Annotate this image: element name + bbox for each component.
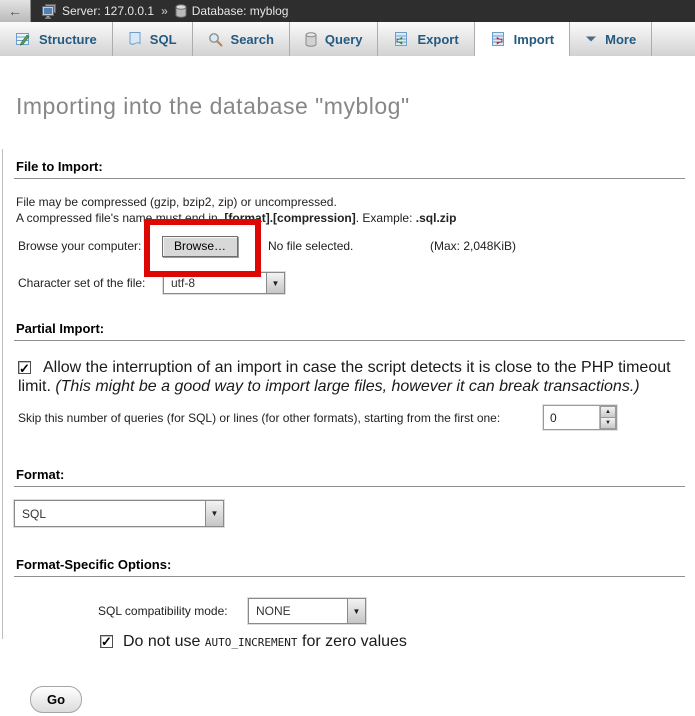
section-heading-format-options: Format-Specific Options: [14, 557, 685, 577]
example-token: .sql.zip [416, 211, 457, 225]
auto-increment-code: AUTO_INCREMENT [205, 636, 298, 649]
sql-page-icon [128, 31, 142, 47]
charset-label: Character set of the file: [18, 272, 145, 294]
sql-compat-row: SQL compatibility mode: NONE ▼ [14, 598, 685, 624]
query-database-icon [305, 32, 317, 47]
left-border-rule [2, 149, 3, 639]
breadcrumb-separator: » [161, 4, 168, 18]
tab-label: Query [325, 32, 363, 47]
compression-line: File may be compressed (gzip, bzip2, zip… [16, 194, 685, 210]
structure-icon [15, 31, 31, 47]
section-heading-format: Format: [14, 467, 685, 487]
format-selected-value: SQL [15, 501, 205, 526]
charset-select[interactable]: utf-8 ▼ [163, 272, 285, 294]
tab-search[interactable]: Search [193, 22, 290, 56]
skip-queries-value: 0 [544, 406, 599, 429]
format-compression-token: .[format].[compression] [221, 211, 356, 225]
skip-queries-row: Skip this number of queries (for SQL) or… [14, 405, 685, 431]
section-heading-partial-import: Partial Import: [14, 321, 685, 341]
max-upload-size: (Max: 2,048KiB) [430, 235, 516, 257]
auto-increment-text: Do not use AUTO_INCREMENT for zero value… [123, 633, 407, 650]
chevron-down-icon [585, 35, 597, 43]
browse-button[interactable]: Browse… [162, 236, 238, 257]
main-content: Importing into the database "myblog" Fil… [0, 93, 695, 713]
breadcrumb-database[interactable]: Database: myblog [192, 4, 289, 18]
naming-line: A compressed file's name must end in .[f… [16, 210, 685, 226]
go-button[interactable]: Go [30, 686, 82, 713]
stepper-down-button[interactable]: ▼ [600, 417, 616, 429]
stepper-up-button[interactable]: ▲ [600, 406, 616, 417]
allow-interrupt-note: (This might be a good way to import larg… [55, 378, 639, 395]
no-file-selected-text: No file selected. [268, 235, 353, 257]
file-import-description: File may be compressed (gzip, bzip2, zip… [14, 194, 685, 226]
tab-more[interactable]: More [570, 22, 652, 56]
chevron-down-icon: ▼ [205, 501, 223, 526]
browse-row: Browse your computer: Browse… No file se… [14, 235, 685, 257]
back-button[interactable]: ← [0, 0, 31, 22]
server-icon [41, 4, 57, 19]
auto-increment-row: Do not use AUTO_INCREMENT for zero value… [14, 633, 685, 652]
charset-selected-value: utf-8 [164, 273, 266, 293]
auto-increment-checkbox[interactable] [100, 635, 113, 648]
sql-compat-selected-value: NONE [249, 599, 347, 623]
tab-export[interactable]: Export [378, 22, 474, 56]
skip-queries-label: Skip this number of queries (for SQL) or… [18, 405, 500, 431]
tab-label: More [605, 32, 636, 47]
import-icon [490, 31, 506, 47]
tab-label: SQL [150, 32, 177, 47]
allow-interrupt-row: Allow the interruption of an import in c… [14, 358, 682, 396]
tab-sql[interactable]: SQL [113, 22, 193, 56]
browse-label: Browse your computer: [18, 235, 141, 257]
tab-import[interactable]: Import [475, 22, 570, 56]
back-arrow-icon: ← [8, 3, 22, 19]
tab-structure[interactable]: Structure [0, 22, 113, 56]
breadcrumb-server[interactable]: Server: 127.0.0.1 [62, 4, 154, 18]
sql-compat-label: SQL compatibility mode: [98, 598, 228, 624]
breadcrumb-bar: ← Server: 127.0.0.1 » Database: myblog [0, 0, 695, 22]
tab-label: Export [417, 32, 458, 47]
stepper-buttons: ▲ ▼ [599, 406, 616, 429]
sql-compat-select[interactable]: NONE ▼ [248, 598, 366, 624]
skip-queries-stepper[interactable]: 0 ▲ ▼ [543, 405, 617, 430]
tab-label: Import [514, 32, 554, 47]
search-icon [208, 32, 223, 47]
tab-label: Structure [39, 32, 97, 47]
tab-query[interactable]: Query [290, 22, 379, 56]
database-icon [175, 4, 187, 18]
chevron-down-icon: ▼ [266, 273, 284, 293]
export-icon [393, 31, 409, 47]
page-title: Importing into the database "myblog" [16, 93, 685, 120]
tab-label: Search [231, 32, 274, 47]
format-select[interactable]: SQL ▼ [14, 500, 224, 527]
allow-interrupt-checkbox[interactable] [18, 361, 31, 374]
chevron-down-icon: ▼ [347, 599, 365, 623]
section-heading-file-to-import: File to Import: [14, 159, 685, 179]
charset-row: Character set of the file: utf-8 ▼ [14, 272, 685, 294]
tab-bar: Structure SQL Search Query [0, 22, 695, 56]
